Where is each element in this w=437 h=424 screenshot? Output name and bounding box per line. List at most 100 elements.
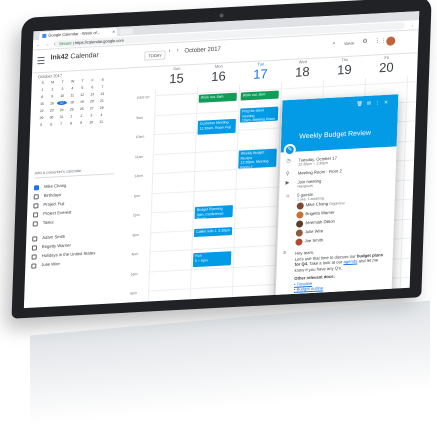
location-icon: ⚲ xyxy=(285,171,290,178)
mini-day[interactable]: 7 xyxy=(56,122,66,127)
event-chip[interactable]: Work out, 8am xyxy=(240,90,279,101)
mini-day[interactable]: 25 xyxy=(67,107,77,112)
event-chip[interactable]: Coffee with J, 3:30pm xyxy=(193,227,233,238)
mini-day[interactable]: 5 xyxy=(36,123,46,128)
event-chip[interactable]: Run 5 – 6pm xyxy=(192,251,232,268)
calendar-checkbox[interactable] xyxy=(33,203,39,209)
event-chip[interactable]: Budget Planning 3pm, Conference Room xyxy=(194,205,233,220)
calendar-checkbox[interactable] xyxy=(31,245,38,251)
more-icon[interactable]: ⋮ xyxy=(375,100,384,106)
popup-body: ◷ Tuesday, October 17 12:30pm – 1:30pm ⚲… xyxy=(276,146,397,293)
mini-day[interactable]: 3 xyxy=(86,113,96,118)
mini-day[interactable]: 10 xyxy=(57,94,67,99)
mini-day[interactable]: 26 xyxy=(77,107,87,112)
close-tab-icon[interactable]: ✕ xyxy=(112,28,116,36)
email-icon[interactable]: ✉ xyxy=(367,101,375,107)
day-header[interactable]: Mon 16 xyxy=(197,63,240,85)
prev-week-button[interactable]: ‹ xyxy=(168,48,170,54)
mini-day[interactable]: 6 xyxy=(87,85,97,90)
mini-day[interactable]: 4 xyxy=(96,113,106,118)
mini-day[interactable]: 3 xyxy=(57,87,67,92)
day-header[interactable]: Wed 18 xyxy=(281,58,324,80)
popup-location-row: ⚲ Meeting Room - Floor 2 xyxy=(286,166,390,177)
event-title: Work out, 8am xyxy=(200,94,224,100)
mini-weekday-label: S xyxy=(41,80,44,86)
mini-day[interactable]: 15 xyxy=(37,102,47,107)
day-header[interactable]: Thu 19 xyxy=(323,56,366,78)
mini-day[interactable]: 2 xyxy=(76,114,86,119)
mini-day[interactable]: 8 xyxy=(66,121,76,126)
calendar-item-label: Mike Chang xyxy=(43,182,67,189)
mini-weekday-label: M xyxy=(51,80,55,85)
mini-day[interactable]: 9 xyxy=(76,121,86,126)
brand-suffix: Calendar xyxy=(70,51,99,61)
mini-day[interactable]: 7 xyxy=(97,85,107,90)
calendar-checkbox[interactable] xyxy=(31,263,37,269)
mini-day[interactable]: 22 xyxy=(37,109,47,114)
main-menu-icon[interactable] xyxy=(37,56,45,66)
calendar-checkbox[interactable] xyxy=(31,254,37,260)
calendar-checkbox[interactable] xyxy=(32,221,38,227)
guest-avatar xyxy=(295,229,303,237)
mini-day[interactable]: 17 xyxy=(56,100,68,106)
view-selector[interactable]: Week xyxy=(344,41,354,47)
day-date: 19 xyxy=(336,61,352,78)
calendar-checkbox[interactable] xyxy=(33,194,39,200)
mini-day[interactable]: 28 xyxy=(97,106,107,111)
mini-day[interactable]: 11 xyxy=(96,120,106,125)
mini-day[interactable]: 8 xyxy=(37,95,47,100)
mini-day[interactable]: 2 xyxy=(47,87,57,92)
calendar-checkbox[interactable] xyxy=(32,236,38,242)
event-chip[interactable]: Prep for client meeting 10am, Meeting Roo… xyxy=(239,106,279,123)
mini-calendar-title: October 2017 xyxy=(37,72,63,80)
mini-day[interactable]: 11 xyxy=(67,93,77,98)
mini-day[interactable]: 4 xyxy=(67,86,77,91)
day-date: 20 xyxy=(378,59,394,76)
calendar-item-label: Brigetty Warner xyxy=(41,242,71,250)
mini-day[interactable]: 20 xyxy=(87,99,97,104)
mini-day[interactable]: 10 xyxy=(86,120,96,125)
mini-day[interactable]: 6 xyxy=(46,122,56,127)
day-header[interactable]: Fri 20 xyxy=(365,54,408,76)
gear-icon[interactable]: ⚙ xyxy=(362,38,368,45)
mini-day[interactable]: 9 xyxy=(47,94,57,99)
mini-day[interactable]: 19 xyxy=(77,100,87,105)
event-title: Coffee with J, 3:30pm xyxy=(196,228,230,234)
avatar[interactable] xyxy=(386,36,396,46)
mini-day[interactable]: 12 xyxy=(77,93,87,98)
mini-day[interactable]: 5 xyxy=(77,86,87,91)
event-chip[interactable]: Customer Meeting 11:30am, Room Fuji xyxy=(197,118,236,135)
day-header[interactable]: Tue 17 xyxy=(239,60,282,82)
new-tab-button[interactable] xyxy=(119,28,134,35)
close-icon[interactable]: ✕ xyxy=(384,100,392,106)
event-chip[interactable]: Work out, 8am xyxy=(198,92,237,103)
mini-day[interactable]: 1 xyxy=(37,88,47,93)
mini-day[interactable]: 27 xyxy=(87,106,97,111)
mini-day[interactable]: 14 xyxy=(97,92,107,97)
mini-day[interactable]: 13 xyxy=(87,92,97,97)
agenda-link[interactable]: agenda xyxy=(343,259,357,265)
mini-day[interactable]: 29 xyxy=(36,116,46,121)
mini-day[interactable]: 16 xyxy=(47,101,57,106)
delete-icon[interactable]: 🗑 xyxy=(356,101,367,108)
apps-icon[interactable]: ⋮⋮ xyxy=(374,37,386,45)
mini-day[interactable]: 24 xyxy=(57,108,67,113)
mini-day[interactable]: 21 xyxy=(97,99,107,104)
mini-day[interactable]: 23 xyxy=(47,108,57,113)
today-button[interactable]: TODAY xyxy=(144,50,166,61)
mini-day[interactable]: 30 xyxy=(46,115,56,120)
mini-day[interactable]: 31 xyxy=(56,115,66,120)
day-header[interactable]: Sat21 xyxy=(407,52,419,74)
event-chip[interactable]: Weekly Budget Review 12:30pm, Meeting Roo… xyxy=(238,148,277,169)
search-icon[interactable]: ⌕ xyxy=(332,41,336,48)
time-label: 9am xyxy=(136,115,144,120)
calendar-item-label: Project Fuji xyxy=(43,200,65,207)
browser-menu-icon[interactable]: ⋮ xyxy=(411,20,415,29)
next-week-button[interactable]: › xyxy=(176,48,178,54)
calendar-checkbox[interactable] xyxy=(33,185,40,191)
day-header[interactable]: Sun 15 xyxy=(155,65,198,87)
mini-day[interactable]: 18 xyxy=(67,100,77,105)
calendar-checkbox[interactable] xyxy=(33,212,39,218)
add-calendar-input[interactable]: Add a coworker's calendar xyxy=(34,165,115,179)
mini-day[interactable]: 1 xyxy=(66,114,76,119)
